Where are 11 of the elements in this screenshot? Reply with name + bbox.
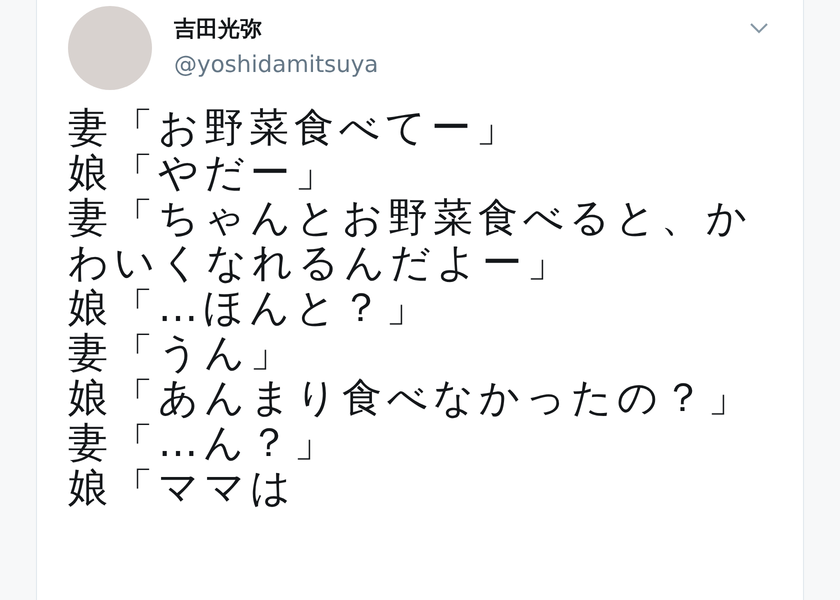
tweet-text-line: 娘「ママは: [68, 466, 297, 511]
tweet-text-line: 娘「…ほんと？」: [68, 286, 432, 331]
tweet-text-line: 娘「やだー」: [68, 151, 341, 196]
tweet-text-line: 妻「ちゃんとお野菜食べると、かわいくなれるんだよー」: [68, 196, 753, 286]
author-name: 吉田光弥: [174, 16, 263, 44]
tweet-text-line: 妻「お野菜食べてー」: [68, 106, 522, 151]
author-handle: @yoshidamitsuya: [174, 52, 380, 78]
chevron-down-icon[interactable]: [749, 22, 769, 34]
tweet-text-line: 娘「あんまり食べなかったの？」: [68, 376, 754, 421]
tweet-text-line: 妻「…ん？」: [68, 421, 340, 466]
tweet-text-line: 妻「うん」: [68, 331, 296, 376]
